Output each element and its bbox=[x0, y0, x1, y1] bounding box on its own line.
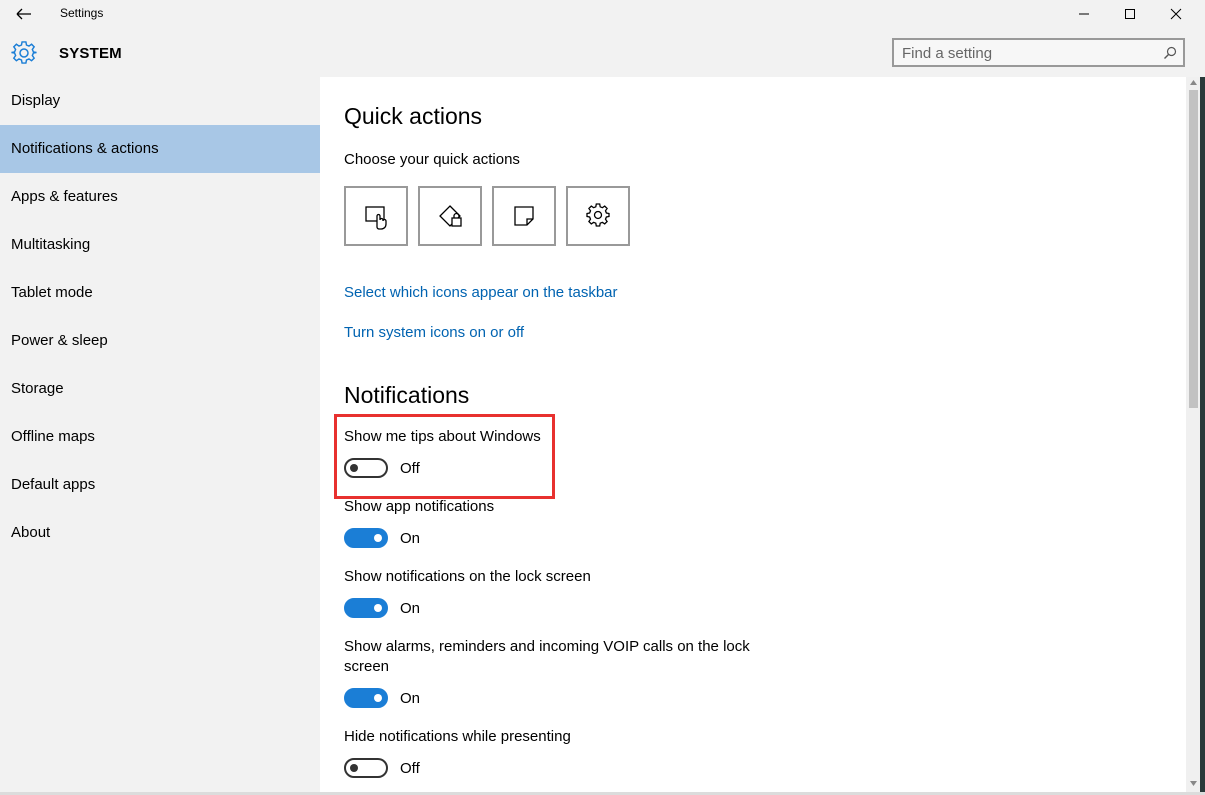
toggle-state-text: On bbox=[400, 600, 420, 617]
scrollbar-thumb[interactable] bbox=[1189, 90, 1198, 408]
settings-header: SYSTEM bbox=[0, 28, 1205, 77]
sidebar-item-label: Storage bbox=[11, 380, 64, 397]
sidebar-item-apps-features[interactable]: Apps & features bbox=[0, 173, 320, 221]
setting-lock-screen-notifications: Show notifications on the lock screen On bbox=[344, 567, 764, 618]
quick-actions-subheading: Choose your quick actions bbox=[344, 151, 520, 168]
minimize-icon bbox=[1078, 8, 1090, 20]
setting-alarms-lock-screen: Show alarms, reminders and incoming VOIP… bbox=[344, 637, 764, 708]
quick-actions-heading: Quick actions bbox=[344, 103, 482, 130]
hide-while-presenting-toggle[interactable] bbox=[344, 758, 388, 778]
search-input[interactable] bbox=[902, 44, 1152, 62]
sidebar-item-label: Offline maps bbox=[11, 428, 95, 445]
maximize-icon bbox=[1124, 8, 1136, 20]
sidebar-item-power-sleep[interactable]: Power & sleep bbox=[0, 317, 320, 365]
system-icons-link[interactable]: Turn system icons on or off bbox=[344, 324, 524, 341]
scroll-down-arrow-icon[interactable] bbox=[1190, 781, 1197, 786]
toggle-state-text: Off bbox=[400, 760, 420, 777]
minimize-button[interactable] bbox=[1061, 0, 1107, 28]
search-icon[interactable] bbox=[1163, 46, 1177, 60]
sidebar-item-offline-maps[interactable]: Offline maps bbox=[0, 413, 320, 461]
setting-hide-while-presenting: Hide notifications while presenting Off bbox=[344, 727, 764, 778]
sidebar-item-about[interactable]: About bbox=[0, 509, 320, 557]
toggle-state-text: On bbox=[400, 530, 420, 547]
quick-action-tile-note[interactable] bbox=[492, 186, 556, 246]
sidebar-item-multitasking[interactable]: Multitasking bbox=[0, 221, 320, 269]
search-box[interactable] bbox=[892, 38, 1185, 67]
toggle-knob bbox=[350, 764, 358, 772]
window-edge bbox=[1200, 77, 1205, 795]
sidebar-item-storage[interactable]: Storage bbox=[0, 365, 320, 413]
sidebar-item-label: Display bbox=[11, 92, 60, 109]
setting-label: Show alarms, reminders and incoming VOIP… bbox=[344, 637, 754, 677]
maximize-button[interactable] bbox=[1107, 0, 1153, 28]
rotation-lock-icon bbox=[438, 203, 466, 231]
quick-action-tile-rotation-lock[interactable] bbox=[418, 186, 482, 246]
sidebar-item-label: Apps & features bbox=[11, 188, 118, 205]
notifications-heading: Notifications bbox=[344, 382, 469, 409]
page-title: SYSTEM bbox=[59, 45, 122, 62]
back-button[interactable] bbox=[9, 3, 39, 25]
setting-app-notifications: Show app notifications On bbox=[344, 497, 764, 548]
toggle-knob bbox=[374, 534, 382, 542]
sidebar-item-default-apps[interactable]: Default apps bbox=[0, 461, 320, 509]
taskbar-icons-link[interactable]: Select which icons appear on the taskbar bbox=[344, 284, 618, 301]
toggle-state-text: On bbox=[400, 690, 420, 707]
sidebar-item-label: About bbox=[11, 524, 50, 541]
alarms-lock-screen-toggle[interactable] bbox=[344, 688, 388, 708]
back-arrow-icon bbox=[9, 3, 39, 25]
setting-label: Hide notifications while presenting bbox=[344, 727, 754, 747]
note-icon bbox=[512, 203, 540, 231]
lock-screen-notifications-toggle[interactable] bbox=[344, 598, 388, 618]
system-gear-icon bbox=[11, 40, 37, 66]
sidebar-item-tablet-mode[interactable]: Tablet mode bbox=[0, 269, 320, 317]
close-button[interactable] bbox=[1153, 0, 1199, 28]
sidebar-item-label: Tablet mode bbox=[11, 284, 93, 301]
main-content: Quick actions Choose your quick actions … bbox=[320, 77, 1186, 795]
setting-label: Show app notifications bbox=[344, 497, 754, 517]
sidebar-item-label: Default apps bbox=[11, 476, 95, 493]
setting-label: Show notifications on the lock screen bbox=[344, 567, 754, 587]
settings-gear-icon bbox=[586, 203, 614, 231]
highlight-box bbox=[334, 414, 555, 499]
scroll-up-arrow-icon[interactable] bbox=[1190, 80, 1197, 85]
tablet-mode-icon bbox=[364, 203, 392, 231]
title-bar: Settings bbox=[0, 0, 1205, 28]
sidebar-item-label: Power & sleep bbox=[11, 332, 108, 349]
close-icon bbox=[1170, 8, 1182, 20]
sidebar-item-label: Multitasking bbox=[11, 236, 90, 253]
quick-action-tile-settings[interactable] bbox=[566, 186, 630, 246]
sidebar-item-notifications-actions[interactable]: Notifications & actions bbox=[0, 125, 320, 173]
quick-action-tile-tablet-mode[interactable] bbox=[344, 186, 408, 246]
toggle-knob bbox=[374, 604, 382, 612]
sidebar-item-label: Notifications & actions bbox=[11, 140, 159, 157]
toggle-knob bbox=[374, 694, 382, 702]
sidebar-item-display[interactable]: Display bbox=[0, 77, 320, 125]
app-notifications-toggle[interactable] bbox=[344, 528, 388, 548]
window-title: Settings bbox=[60, 6, 103, 20]
sidebar: Display Notifications & actions Apps & f… bbox=[0, 77, 320, 795]
